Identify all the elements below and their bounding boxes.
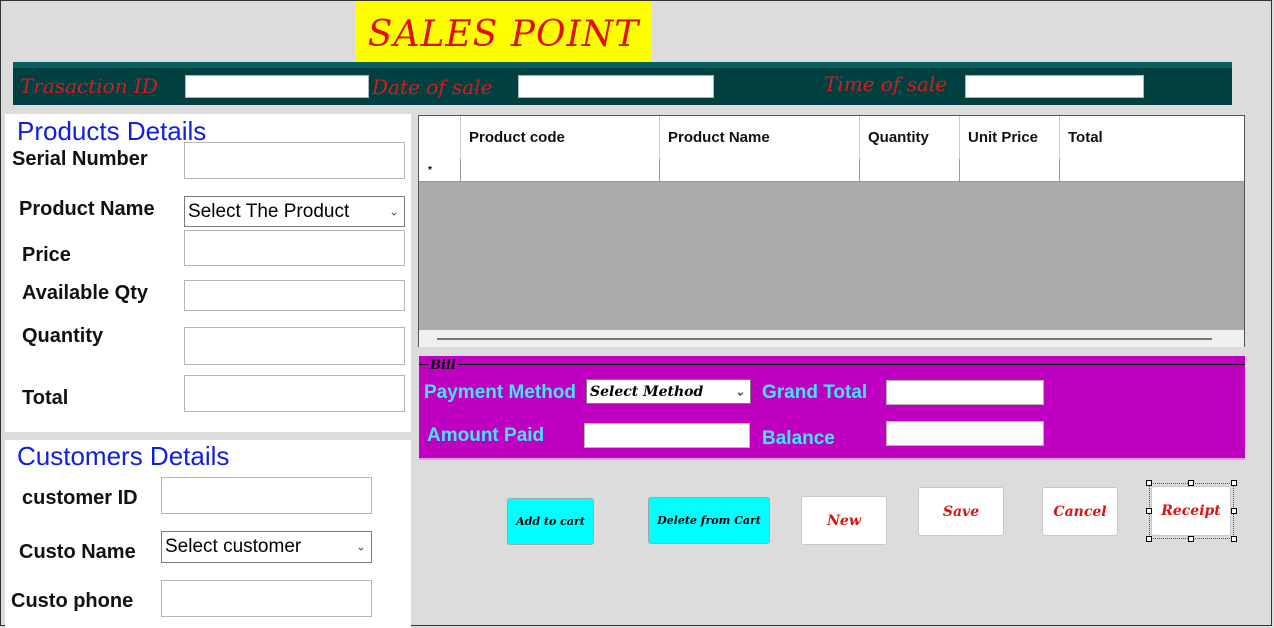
amount-paid-label: Amount Paid bbox=[427, 425, 545, 446]
products-section-title: Products Details bbox=[13, 116, 211, 147]
new-button[interactable]: New bbox=[801, 496, 887, 545]
amount-paid-input[interactable] bbox=[584, 423, 750, 448]
payment-select-value: Select Method bbox=[590, 383, 704, 400]
customer-select-value: Select customer bbox=[165, 536, 302, 557]
new-row-marker: * bbox=[419, 159, 461, 181]
chevron-down-icon: ⌄ bbox=[355, 539, 366, 554]
delete-from-cart-button[interactable]: Delete from Cart bbox=[648, 497, 770, 544]
product-name-select[interactable]: Select The Product ⌄ bbox=[184, 196, 405, 227]
cell-total[interactable] bbox=[1060, 159, 1244, 181]
balance-label: Balance bbox=[762, 428, 835, 449]
column-product-name[interactable]: Product Name bbox=[660, 116, 860, 159]
chevron-down-icon: ⌄ bbox=[734, 383, 745, 398]
resize-handle-icon[interactable] bbox=[1188, 536, 1194, 542]
customer-name-label: Custo Name bbox=[19, 541, 136, 563]
horizontal-scrollbar[interactable] bbox=[419, 330, 1244, 347]
serial-number-input[interactable] bbox=[184, 142, 405, 179]
quantity-input[interactable] bbox=[184, 327, 405, 365]
price-input[interactable] bbox=[184, 230, 405, 266]
customer-name-select[interactable]: Select customer ⌄ bbox=[161, 531, 372, 563]
grand-total-input[interactable] bbox=[886, 380, 1044, 405]
column-unit-price[interactable]: Unit Price bbox=[960, 116, 1060, 159]
bill-legend: Bill bbox=[428, 358, 458, 373]
product-select-value: Select The Product bbox=[188, 200, 350, 222]
transaction-id-label: Trasaction ID bbox=[20, 74, 158, 98]
resize-handle-icon[interactable] bbox=[1231, 508, 1237, 514]
product-name-label: Product Name bbox=[19, 198, 155, 220]
cell-product-code[interactable] bbox=[461, 159, 660, 181]
payment-method-label: Payment Method bbox=[424, 382, 577, 403]
cancel-button[interactable]: Cancel bbox=[1042, 487, 1118, 536]
available-qty-label: Available Qty bbox=[22, 282, 148, 304]
resize-handle-icon[interactable] bbox=[1146, 536, 1152, 542]
price-label: Price bbox=[22, 244, 71, 266]
customer-id-input[interactable] bbox=[161, 477, 372, 514]
resize-handle-icon[interactable] bbox=[1146, 480, 1152, 486]
time-of-sale-input[interactable] bbox=[965, 75, 1144, 98]
chevron-down-icon: ⌄ bbox=[388, 203, 399, 218]
available-qty-input[interactable] bbox=[184, 280, 405, 311]
cell-unit-price[interactable] bbox=[960, 159, 1060, 181]
time-of-sale-label: Time of sale bbox=[824, 72, 948, 96]
quantity-label: Quantity bbox=[22, 325, 104, 347]
resize-handle-icon[interactable] bbox=[1146, 508, 1152, 514]
total-label: Total bbox=[22, 387, 69, 409]
scrollbar-thumb[interactable] bbox=[437, 338, 1212, 340]
resize-handle-icon[interactable] bbox=[1231, 480, 1237, 486]
cell-product-name[interactable] bbox=[660, 159, 860, 181]
transaction-id-input[interactable] bbox=[185, 75, 369, 98]
selection-frame bbox=[1149, 483, 1234, 539]
customer-id-label: customer ID bbox=[22, 487, 138, 509]
serial-number-label: Serial Number bbox=[12, 148, 148, 170]
date-of-sale-input[interactable] bbox=[518, 75, 714, 98]
resize-handle-icon[interactable] bbox=[1231, 536, 1237, 542]
payment-method-select[interactable]: Select Method ⌄ bbox=[586, 379, 751, 404]
resize-handle-icon[interactable] bbox=[1188, 480, 1194, 486]
column-quantity[interactable]: Quantity bbox=[860, 116, 960, 159]
column-total[interactable]: Total bbox=[1060, 116, 1244, 159]
date-of-sale-label: Date of sale bbox=[372, 75, 493, 99]
add-to-cart-button[interactable]: Add to cart bbox=[507, 498, 594, 545]
column-product-code[interactable]: Product code bbox=[461, 116, 660, 159]
save-button[interactable]: Save bbox=[918, 487, 1004, 536]
table-row[interactable]: * bbox=[419, 159, 1244, 182]
customer-phone-input[interactable] bbox=[161, 580, 372, 617]
balance-input[interactable] bbox=[886, 421, 1044, 446]
grid-header: Product code Product Name Quantity Unit … bbox=[419, 116, 1244, 160]
grand-total-label: Grand Total bbox=[762, 382, 868, 403]
customers-section-title: Customers Details bbox=[13, 441, 234, 472]
cart-grid[interactable]: Product code Product Name Quantity Unit … bbox=[418, 115, 1245, 347]
row-header-corner bbox=[419, 116, 461, 159]
bill-group-line bbox=[419, 364, 1245, 365]
cell-quantity[interactable] bbox=[860, 159, 960, 181]
customer-phone-label: Custo phone bbox=[11, 590, 134, 612]
page-title: SALES POINT bbox=[355, 2, 652, 66]
total-input[interactable] bbox=[184, 375, 405, 412]
